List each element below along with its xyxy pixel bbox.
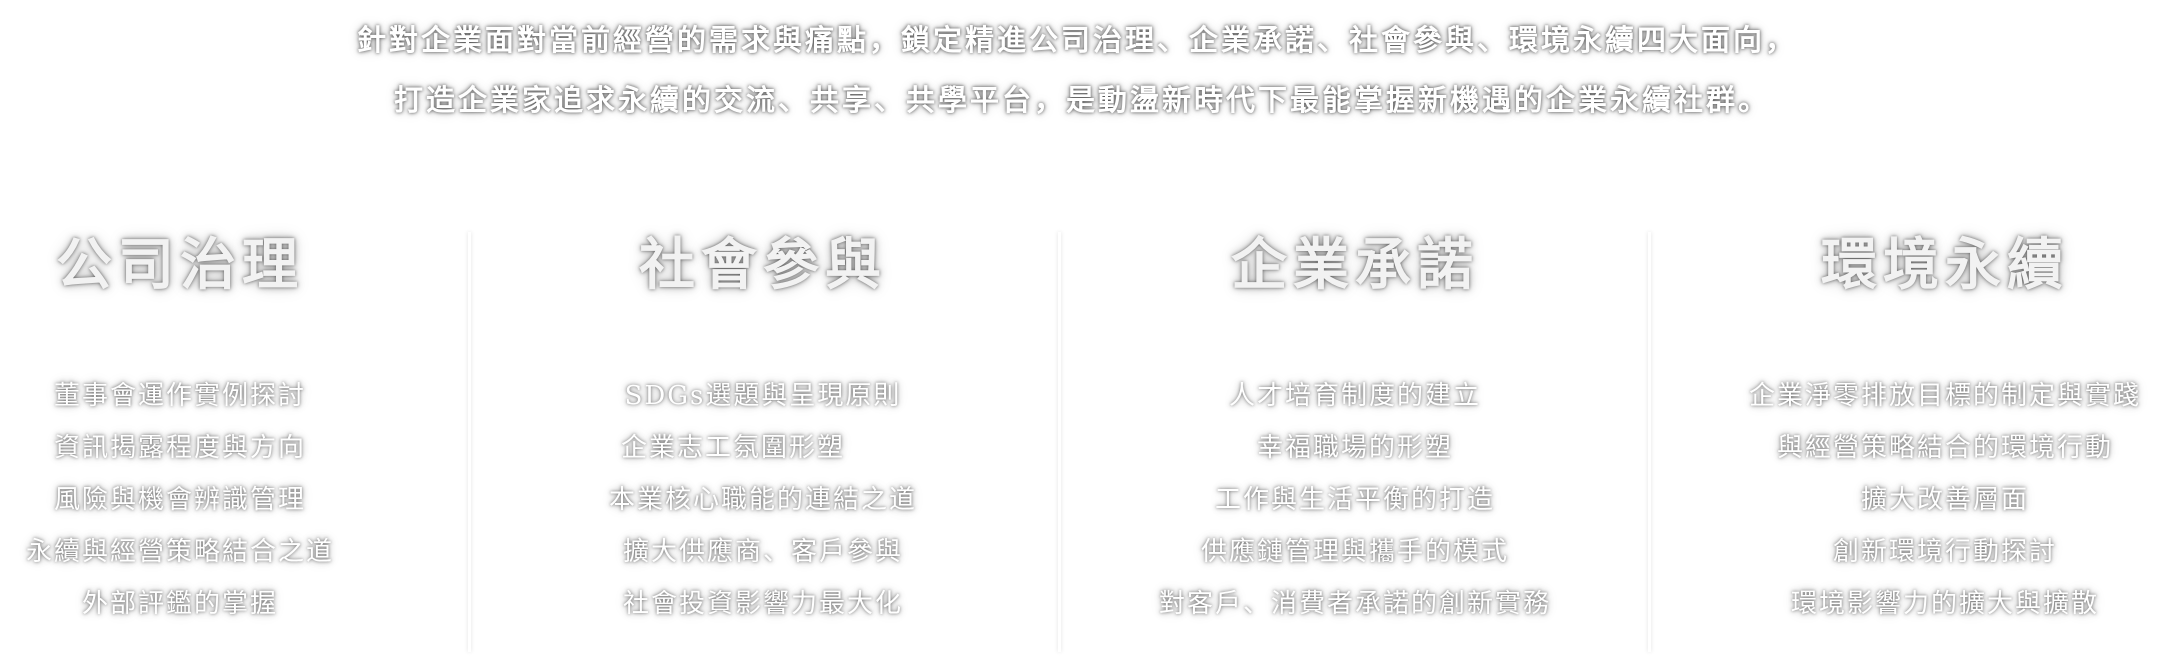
pillar-list: 企業淨零排放目標的制定與實踐 與經營策略結合的環境行動 擴大改善層面 創新環境行… [1710, 370, 2164, 630]
pillars-section: 公司治理 董事會運作實例探討 資訊揭露程度與方向 風險與機會辨識管理 永續與經營… [0, 220, 2164, 652]
pillar-item: 永續與經營策略結合之道 [25, 537, 334, 567]
pillar-corporate-governance: 公司治理 董事會運作實例探討 資訊揭露程度與方向 風險與機會辨識管理 永續與經營… [0, 220, 415, 630]
pillar-list: 人才培育制度的建立 幸福職場的形塑 工作與生活平衡的打造 供應鏈管理與攜手的模式… [1120, 370, 1590, 630]
pillar-item: 外部評鑑的掌握 [81, 589, 278, 619]
intro-line-1: 針對企業面對當前經營的需求與痛點，鎖定精進公司治理、企業承諾、社會參與、環境永續… [356, 23, 1797, 57]
pillar-item: 對客戶、消費者承諾的創新實務 [1158, 589, 1551, 619]
pillar-item: 擴大改善層面 [1860, 485, 2029, 515]
pillar-title: 社會參與 [639, 232, 887, 298]
pillar-item: 本業核心職能的連結之道 [608, 485, 917, 515]
pillar-item: 供應鏈管理與攜手的模式 [1200, 537, 1509, 567]
pillar-item: 企業志工氛圍形塑 [620, 433, 845, 463]
pillar-item: 工作與生活平衡的打造 [1214, 485, 1495, 515]
pillar-item: 與經營策略結合的環境行動 [1776, 433, 2113, 463]
pillar-item: 人才培育制度的建立 [1228, 381, 1481, 411]
column-divider [1648, 232, 1651, 652]
intro-section: 針對企業面對當前經營的需求與痛點，鎖定精進公司治理、企業承諾、社會參與、環境永續… [0, 10, 2164, 130]
pillar-item: 幸福職場的形塑 [1256, 433, 1453, 463]
pillar-item: SDGs選題與呈現原則 [624, 381, 902, 411]
intro-line-2: 打造企業家追求永續的交流、共享、共學平台，是動盪新時代下最能掌握新機遇的企業永續… [393, 83, 1770, 117]
column-divider [1058, 232, 1061, 652]
pillar-item: 企業淨零排放目標的制定與實踐 [1748, 381, 2141, 411]
pillar-environmental-sustainability: 環境永續 企業淨零排放目標的制定與實踐 與經營策略結合的環境行動 擴大改善層面 … [1710, 220, 2164, 630]
pillar-item: 社會投資影響力最大化 [622, 589, 903, 619]
pillar-social-engagement: 社會參與 SDGs選題與呈現原則 企業志工氛圍形塑 本業核心職能的連結之道 擴大… [528, 220, 998, 630]
pillar-item: 董事會運作實例探討 [53, 381, 306, 411]
pillar-title: 公司治理 [56, 232, 304, 298]
pillar-list: SDGs選題與呈現原則 企業志工氛圍形塑 本業核心職能的連結之道 擴大供應商、客… [528, 370, 998, 630]
pillar-list: 董事會運作實例探討 資訊揭露程度與方向 風險與機會辨識管理 永續與經營策略結合之… [0, 370, 415, 630]
pillar-item: 風險與機會辨識管理 [53, 485, 306, 515]
pillar-item: 擴大供應商、客戶參與 [622, 537, 903, 567]
pillar-title: 企業承諾 [1231, 232, 1479, 298]
pillar-item: 環境影響力的擴大與擴散 [1790, 589, 2099, 619]
pillar-item: 資訊揭露程度與方向 [53, 433, 306, 463]
pillar-corporate-commitment: 企業承諾 人才培育制度的建立 幸福職場的形塑 工作與生活平衡的打造 供應鏈管理與… [1120, 220, 1590, 630]
pillar-title: 環境永續 [1821, 232, 2069, 298]
pillar-item: 創新環境行動探討 [1832, 537, 2057, 567]
